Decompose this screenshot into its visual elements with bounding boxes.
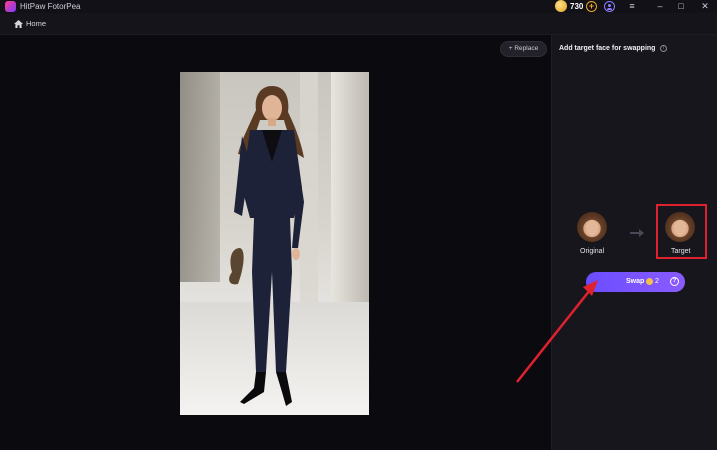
swap-button[interactable]: Swap 2 ? [586,272,685,292]
add-coin-icon[interactable]: + [586,1,597,12]
minimize-button[interactable]: – [652,0,668,13]
target-highlight-box [656,204,707,259]
help-icon[interactable]: ? [670,277,679,286]
swap-cost: 2 [655,278,659,285]
app-title: HitPaw FotorPea [20,2,81,11]
replace-button[interactable]: + Replace [500,41,547,57]
original-face-thumbnail[interactable] [577,212,607,242]
coin-count: 730 [570,2,584,11]
home-icon[interactable] [14,20,23,28]
menu-icon[interactable]: ≡ [624,0,640,13]
home-link[interactable]: Home [26,19,46,28]
title-bar: HitPaw FotorPea 730 + ≡ – □ ✕ [0,0,717,13]
user-icon[interactable] [604,1,615,12]
coin-icon [646,278,653,285]
coin-icon [555,0,567,12]
woman-figure [229,86,304,406]
swap-label: Swap [626,278,645,285]
close-button[interactable]: ✕ [697,0,713,13]
original-label: Original [580,248,605,255]
maximize-button[interactable]: □ [673,0,689,13]
app-logo-icon [5,1,16,12]
panel-title: Add target face for swapping [559,45,656,52]
nav-bar: Home [0,13,717,35]
info-icon[interactable]: i [660,45,667,52]
preview-photo [180,72,369,415]
arrow-right-icon [630,229,644,237]
